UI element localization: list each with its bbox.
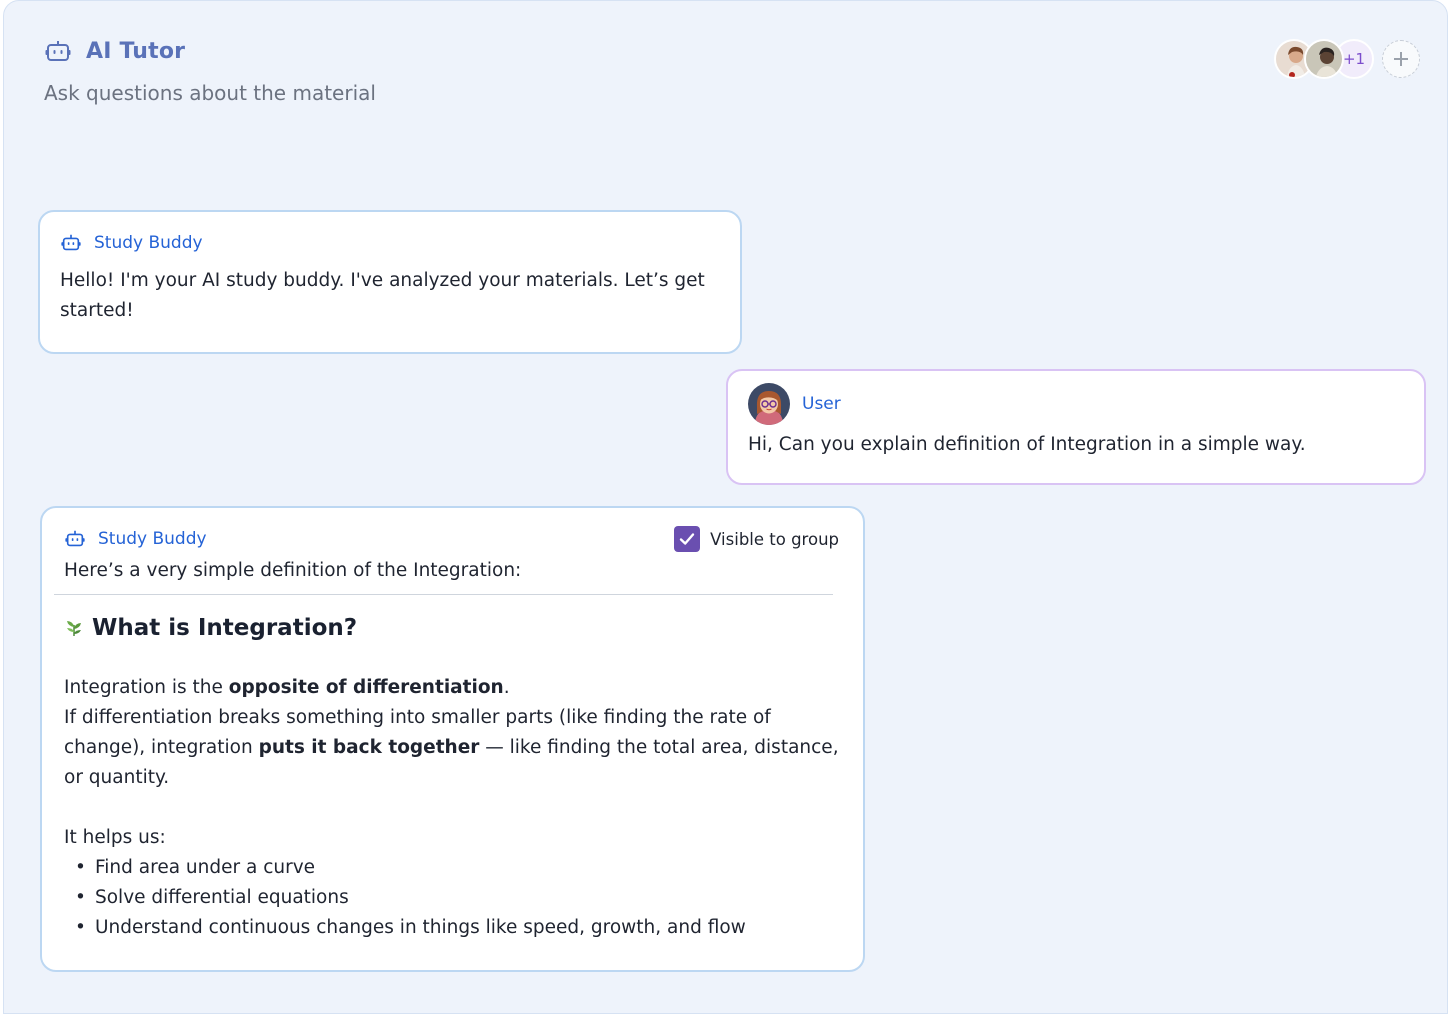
list-item: Solve differential equations <box>64 883 841 913</box>
helps-label: It helps us: <box>64 827 166 848</box>
sender-name: Study Buddy <box>98 529 207 549</box>
checkmark-icon <box>679 533 695 545</box>
message-text: Hi, Can you explain definition of Integr… <box>748 434 1306 455</box>
message-text: Hello! I'm your AI study buddy. I've ana… <box>60 270 705 321</box>
bold-phrase: puts it back together <box>258 737 480 758</box>
page-title: AI Tutor <box>86 38 186 64</box>
visible-to-group-label: Visible to group <box>710 529 839 549</box>
participant-avatar[interactable] <box>1304 39 1344 79</box>
robot-icon <box>45 41 71 61</box>
bold-phrase: opposite of differentiation <box>228 677 504 698</box>
participants-group: +1 <box>1274 39 1420 79</box>
answer-body: Integration is the opposite of different… <box>64 673 841 793</box>
visible-to-group-toggle[interactable]: Visible to group <box>674 526 839 552</box>
avatar <box>1306 41 1342 77</box>
visible-to-group-checkbox[interactable] <box>674 526 701 552</box>
header: AI Tutor <box>44 37 185 65</box>
answer-heading-text: What is Integration? <box>92 615 358 641</box>
answer-heading: What is Integration? <box>64 615 841 641</box>
benefits-list: Find area under a curve Solve differenti… <box>64 853 841 943</box>
add-participant-button[interactable] <box>1382 40 1420 78</box>
avatar <box>748 383 790 425</box>
ai-message: Study Buddy Hello! I'm your AI study bud… <box>38 210 742 354</box>
answer-intro: Here’s a very simple definition of the I… <box>64 560 522 581</box>
message-header: Study Buddy <box>60 232 720 254</box>
robot-icon <box>61 234 81 251</box>
leaf-icon <box>67 621 81 636</box>
divider <box>54 594 833 595</box>
user-message: User Hi, Can you explain definition of I… <box>726 369 1426 485</box>
message-header: User <box>748 383 1404 425</box>
list-item: Understand continuous changes in things … <box>64 913 841 943</box>
ai-message: Study Buddy Visible to group Here’s a ve… <box>40 506 865 972</box>
page-subtitle: Ask questions about the material <box>44 81 376 105</box>
list-item: Find area under a curve <box>64 853 841 883</box>
robot-icon <box>65 530 85 547</box>
sender-name: User <box>802 394 841 414</box>
plus-icon <box>1394 52 1408 66</box>
answer-paragraph: If differentiation breaks something into… <box>64 707 839 788</box>
answer-paragraph: Integration is the opposite of different… <box>64 677 510 698</box>
user-avatar-illustration <box>748 383 790 425</box>
sender-name: Study Buddy <box>94 233 203 253</box>
